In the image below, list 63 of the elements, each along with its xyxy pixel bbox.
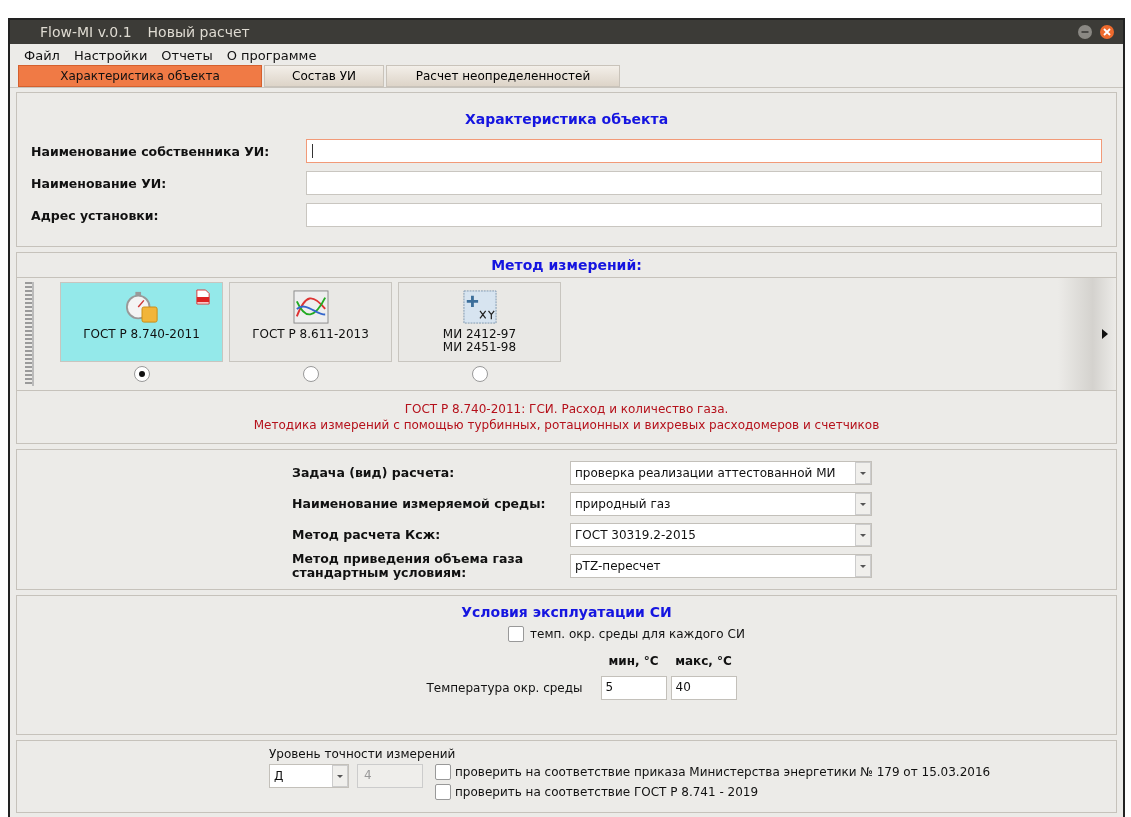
radio-button[interactable] (302, 366, 319, 382)
checkbox-label: проверить на соответствие ГОСТ Р 8.741 - 2019 (455, 785, 759, 799)
method-card[interactable]: ГОСТ Р 8.740-2011 (60, 282, 223, 362)
chart-icon (291, 290, 330, 324)
menu-item[interactable]: О программе (226, 48, 317, 63)
radio-button[interactable] (133, 366, 150, 382)
scroll-right-icon[interactable] (1102, 329, 1108, 339)
text-field[interactable] (306, 203, 1102, 227)
column-header: макс, °C (674, 654, 733, 668)
method-card[interactable]: ГОСТ Р 8.611-2013 (229, 282, 392, 362)
section-title: Условия эксплуатации СИ (460, 604, 673, 620)
text-field[interactable] (306, 139, 1102, 163)
method-card[interactable]: МИ 2412-97 МИ 2451-98 (398, 282, 561, 362)
checkbox-label: проверить на соответствие приказа Министерства энергетики № 179 от 15.03.2016 (455, 765, 991, 779)
dropdown[interactable]: природный газ (570, 491, 872, 516)
method-label: ГОСТ Р 8.740-2011 (83, 328, 200, 341)
method-label: МИ 2451-98 (442, 341, 517, 354)
tab[interactable]: Расчет неопределенностей (386, 65, 620, 87)
checkbox[interactable] (508, 626, 525, 642)
caret-icon[interactable] (855, 461, 871, 484)
app-name: Flow-MI v.0.1 (40, 24, 132, 40)
grade-dropdown[interactable]: Д (269, 764, 349, 788)
parameter-label: Метод расчета Ксж: (292, 527, 442, 542)
method-label: ГОСТ Р 8.611-2013 (252, 328, 369, 341)
number-field[interactable]: 5 (600, 676, 667, 700)
close-button[interactable] (1099, 24, 1115, 40)
radio-button[interactable] (471, 366, 488, 382)
field-label: Наименование собственника УИ: (31, 143, 271, 159)
caret-icon[interactable] (855, 554, 871, 577)
caret-icon[interactable] (332, 765, 348, 787)
parameter-label: Метод приведения объема газа стандартным условиям: (292, 551, 525, 580)
checkbox[interactable] (435, 784, 451, 800)
field-label: Наименование УИ: (31, 175, 168, 191)
dropdown[interactable]: проверка реализации аттестованной МИ (570, 460, 872, 485)
pdf-icon[interactable] (196, 289, 210, 305)
group-label: Уровень точности измерений (269, 747, 457, 761)
text-field[interactable] (306, 171, 1102, 195)
checkbox[interactable] (435, 764, 451, 780)
caret-icon[interactable] (855, 523, 871, 546)
row-label: Температура окр. среды (426, 681, 584, 695)
tab[interactable]: Характеристика объекта (18, 65, 262, 87)
number-field[interactable]: 40 (670, 676, 737, 700)
method-description: ГОСТ Р 8.740-2011: ГСИ. Расход и количество газа. (404, 401, 729, 417)
menu-item[interactable]: Настройки (73, 48, 148, 63)
method-label: МИ 2412-97 (442, 328, 517, 341)
tab[interactable]: Состав УИ (264, 65, 384, 87)
formula-icon (460, 290, 499, 324)
minimize-button[interactable] (1077, 24, 1093, 40)
parameter-label: Наименование измеряемой среды: (292, 496, 547, 511)
window-title: Новый расчет (147, 24, 250, 40)
caret-icon[interactable] (855, 492, 871, 515)
menu-item[interactable]: Файл (24, 48, 60, 63)
section-title: Характеристика объекта (463, 111, 670, 127)
menu-item[interactable]: Отчеты (161, 48, 213, 63)
dropdown[interactable]: pTZ-пересчет (570, 553, 872, 578)
section-title: Метод измерений: (490, 257, 643, 273)
column-header: мин, °C (607, 654, 660, 668)
drag-handle[interactable] (25, 282, 34, 386)
field-label: Адрес установки: (31, 207, 160, 223)
parameter-label: Задача (вид) расчета: (292, 465, 456, 480)
checkbox-label: темп. окр. среды для каждого СИ (530, 627, 745, 641)
method-description: Методика измерений с помощью турбинных, ротационных и вихревых расходомеров и счетчиков (253, 417, 880, 433)
dropdown[interactable]: ГОСТ 30319.2-2015 (570, 522, 872, 547)
